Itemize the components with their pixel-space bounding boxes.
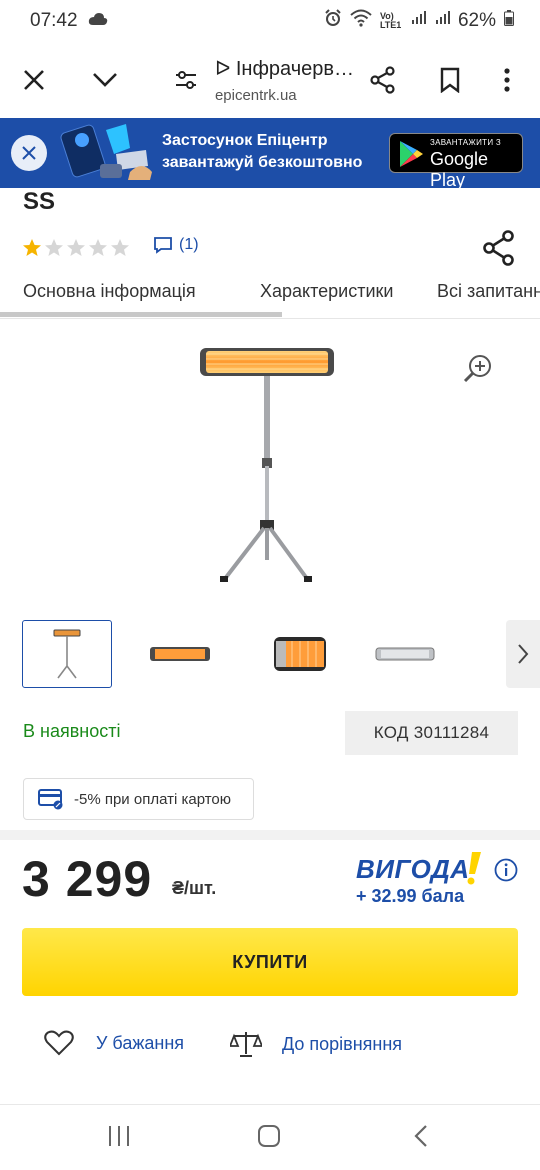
bonus-title: ВИГОДА [356, 854, 470, 884]
credit-card-icon [38, 789, 63, 810]
bookmark-icon [440, 67, 460, 93]
promo-line-1: Застосунок Епіцентр [162, 132, 328, 149]
back-button[interactable] [408, 1123, 434, 1154]
store-caption: ЗАВАНТАЖИТИ З [430, 138, 502, 147]
reviews-link[interactable]: (1) [153, 236, 199, 254]
chevron-down-icon [93, 73, 117, 87]
tune-icon [176, 71, 197, 89]
thumbnail-strip [0, 620, 540, 688]
wifi-icon [350, 9, 372, 33]
star-empty-icon [89, 239, 107, 256]
promo-illustration [56, 120, 154, 186]
reviews-count: (1) [179, 236, 199, 253]
thumbnail-3[interactable] [255, 620, 345, 688]
share-icon [483, 230, 514, 266]
scales-icon [230, 1032, 262, 1057]
product-code: КОД 30111284 [345, 711, 518, 755]
alarm-icon [324, 9, 342, 33]
compare-label: До порівняння [282, 1033, 403, 1054]
google-play-icon [400, 141, 423, 167]
tabs-divider [0, 318, 540, 319]
product-share-button[interactable] [482, 230, 516, 271]
thumbnail-next-button[interactable] [506, 620, 540, 688]
home-icon [258, 1125, 280, 1147]
price-value: 3 299 [22, 851, 153, 907]
signal-icon-2 [434, 10, 450, 32]
site-settings-button[interactable] [158, 51, 215, 109]
cloud-icon [88, 10, 108, 32]
star-empty-icon [111, 239, 129, 256]
zoom-button[interactable] [462, 352, 494, 389]
star-filled-icon [23, 239, 41, 256]
signal-icon [410, 10, 426, 32]
tab-questions[interactable]: Всі запитання [414, 281, 540, 302]
chevron-right-icon [518, 644, 529, 664]
address-bar[interactable]: ᐅ Інфрачерв… epicentrk.ua [215, 56, 354, 104]
star-empty-icon [45, 239, 63, 256]
share-icon [370, 66, 395, 94]
card-discount-badge[interactable]: -5% при оплаті картою [23, 778, 254, 820]
availability-status: В наявності [23, 721, 121, 741]
battery-icon [504, 10, 514, 32]
thumbnail-1[interactable] [22, 620, 112, 688]
promo-text: Застосунок Епіцентр завантажуй безкоштов… [162, 130, 362, 174]
wishlist-label: У бажання [96, 1032, 185, 1053]
page-host: epicentrk.ua [214, 87, 297, 104]
collapse-button[interactable] [76, 51, 133, 109]
close-icon [23, 70, 44, 90]
back-icon [414, 1125, 427, 1147]
bonus-info-button[interactable] [494, 858, 518, 887]
bonus-amount: + 32.99 бала [356, 886, 465, 906]
product-main-image[interactable] [180, 330, 360, 600]
buy-button[interactable]: КУПИТИ [22, 928, 518, 996]
google-play-button[interactable]: ЗАВАНТАЖИТИ З Google Play [389, 133, 523, 190]
section-divider [0, 830, 540, 840]
promo-line-2: завантажуй безкоштовно [162, 154, 363, 171]
page-title: ᐅ Інфрачерв… [214, 58, 355, 80]
thumbnail-2[interactable] [135, 620, 225, 688]
home-button[interactable] [256, 1123, 282, 1154]
recent-apps-button[interactable] [106, 1123, 132, 1154]
close-banner-button[interactable] [11, 135, 47, 171]
battery-percent: 62% [457, 10, 496, 31]
product-title: SS [23, 188, 56, 215]
info-icon [494, 858, 518, 882]
comment-icon [154, 237, 172, 254]
heart-icon [44, 1030, 74, 1056]
network-label: Vo) LTE1 [379, 11, 402, 30]
thumbnail-4[interactable] [360, 620, 450, 688]
card-discount-text: -5% при оплаті картою [74, 790, 231, 808]
tab-characteristics[interactable]: Характеристики [237, 281, 393, 302]
exclamation-mark-icon [467, 852, 481, 885]
menu-button[interactable] [479, 51, 536, 109]
star-empty-icon [67, 239, 85, 256]
add-to-compare-button[interactable]: До порівняння [230, 1030, 402, 1058]
clock: 07:42 [30, 10, 78, 31]
zoom-in-icon [463, 355, 491, 383]
bookmark-button[interactable] [421, 51, 478, 109]
close-tab-button[interactable] [5, 51, 62, 109]
recent-apps-icon [109, 1126, 129, 1146]
store-name: Google Play [430, 149, 489, 190]
system-nav-bar [0, 1104, 540, 1170]
more-vert-icon [504, 68, 510, 92]
close-icon [22, 146, 36, 160]
share-button[interactable] [354, 51, 411, 109]
browser-toolbar: ᐅ Інфрачерв… epicentrk.ua [0, 42, 540, 118]
tab-active-indicator [0, 312, 282, 317]
rating-stars[interactable] [22, 238, 130, 258]
price-unit: ₴/шт. [172, 878, 217, 898]
status-bar: 07:42 Vo) LTE1 62% [0, 0, 540, 42]
add-to-wishlist-button[interactable]: У бажання [44, 1030, 184, 1056]
